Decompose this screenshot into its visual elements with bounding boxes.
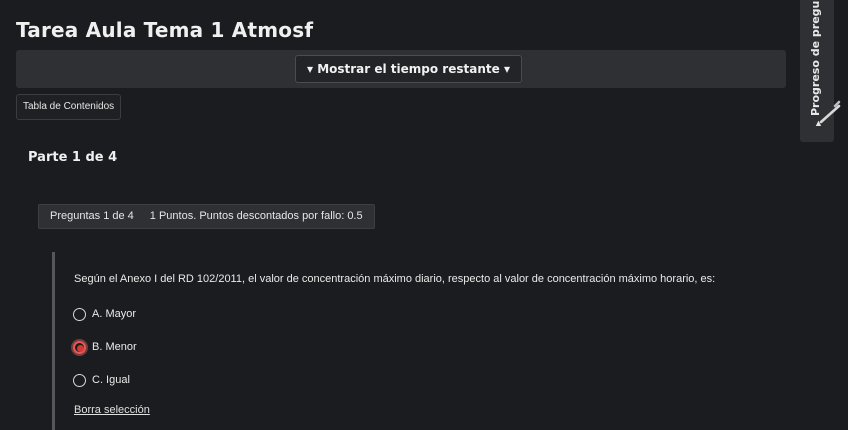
- pencil-icon: [819, 100, 841, 124]
- clear-selection-link[interactable]: Borra selección: [74, 404, 150, 416]
- part-label: Parte 1 de 4: [28, 150, 118, 165]
- option-b-label: B. Menor: [92, 341, 137, 353]
- show-time-remaining-button[interactable]: ▾ Mostrar el tiempo restante ▾: [295, 55, 522, 83]
- question-info-bar: Preguntas 1 de 4 1 Puntos. Puntos descont…: [38, 204, 375, 229]
- quiz-title: Tarea Aula Tema 1 Atmosf: [16, 18, 314, 42]
- table-of-contents-button[interactable]: Tabla de Contenidos: [16, 94, 122, 120]
- question-text: Según el Anexo I del RD 102/2011, el val…: [74, 273, 716, 285]
- option-a-label: A. Mayor: [92, 308, 137, 320]
- question-points: 1 Puntos. Puntos descontados por fallo: …: [149, 210, 363, 222]
- question-number: Preguntas 1 de 4: [50, 210, 134, 222]
- option-c[interactable]: C. Igual: [73, 371, 130, 389]
- option-b-radio[interactable]: [73, 340, 86, 354]
- timer-bar: ▾ Mostrar el tiempo restante ▾: [16, 50, 786, 88]
- quiz-page: Tarea Aula Tema 1 Atmosf ▾ Mostrar el ti…: [0, 0, 848, 430]
- option-c-radio[interactable]: [73, 373, 86, 387]
- question-left-border: [52, 252, 55, 430]
- option-c-label: C. Igual: [92, 374, 130, 386]
- option-a[interactable]: A. Mayor: [73, 305, 136, 323]
- option-b[interactable]: B. Menor: [73, 338, 137, 356]
- progress-tab-label: Progreso de pregun: [809, 0, 822, 116]
- option-a-radio[interactable]: [73, 307, 86, 321]
